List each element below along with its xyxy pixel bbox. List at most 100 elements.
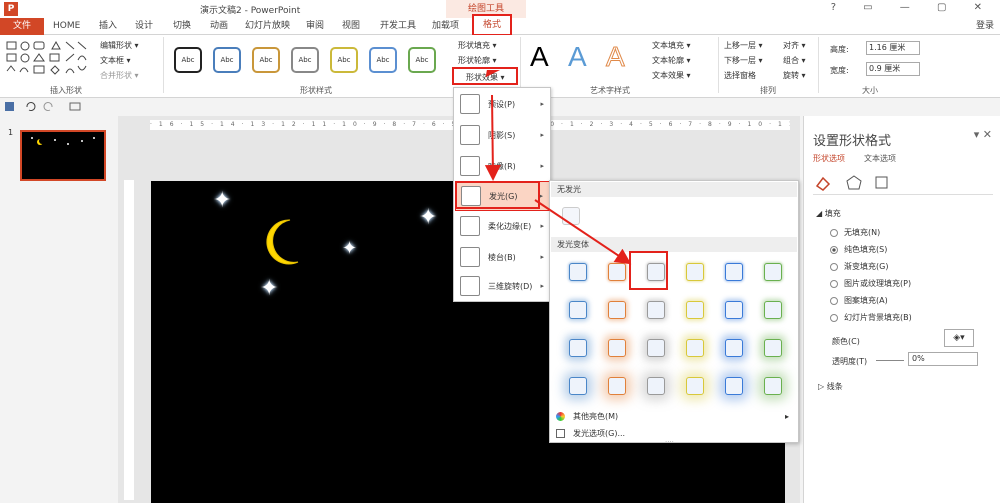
shape-style-2[interactable]: Abc	[213, 47, 241, 73]
tab-developer[interactable]: 开发工具	[380, 18, 416, 35]
glow-variant-swatch[interactable]	[764, 377, 782, 395]
width-input[interactable]: 0.9 厘米	[866, 62, 920, 76]
fill-option-pattern[interactable]: 图案填充(A)	[830, 295, 888, 306]
pane-controls[interactable]: ▾ ✕	[974, 128, 992, 141]
menu-item-preset[interactable]: 预设(P) ▸	[455, 89, 550, 119]
text-outline-button[interactable]: 文本轮廓 ▾	[652, 55, 691, 66]
tab-shape-options[interactable]: 形状选项	[813, 153, 845, 164]
line-section-header[interactable]: ▷ 线条	[818, 381, 843, 392]
login-link[interactable]: 登录	[976, 18, 994, 35]
glow-variant-swatch[interactable]	[569, 263, 587, 281]
fill-option-picture[interactable]: 图片或纹理填充(P)	[830, 278, 911, 289]
glow-variant-swatch[interactable]	[608, 263, 626, 281]
glow-variant-swatch[interactable]	[764, 339, 782, 357]
glow-variant-swatch[interactable]	[686, 377, 704, 395]
merge-shapes-button[interactable]: 合并形状 ▾	[100, 70, 139, 81]
glow-variant-swatch[interactable]	[608, 377, 626, 395]
transparency-input[interactable]: 0%	[908, 352, 978, 366]
glow-variant-swatch[interactable]	[569, 377, 587, 395]
star-shape[interactable]: ✦	[342, 238, 357, 259]
slide-thumbnail[interactable]	[20, 130, 106, 181]
send-backward-button[interactable]: 下移一层 ▾	[724, 55, 763, 66]
shape-style-5[interactable]: Abc	[330, 47, 358, 73]
menu-item-reflection[interactable]: 映像(R) ▸	[455, 151, 550, 181]
tab-text-options[interactable]: 文本选项	[864, 153, 896, 164]
color-picker-button[interactable]: ◈▾	[944, 329, 974, 347]
glow-variant-swatch[interactable]	[608, 339, 626, 357]
glow-variant-swatch[interactable]	[686, 339, 704, 357]
glow-variant-swatch[interactable]	[725, 301, 743, 319]
star-shape[interactable]: ✦	[260, 276, 278, 301]
glow-variant-swatch[interactable]	[725, 339, 743, 357]
tab-view[interactable]: 视图	[342, 18, 360, 35]
chevron-down-icon[interactable]: ▾	[974, 128, 980, 141]
wordart-style-black[interactable]: A	[530, 41, 549, 73]
selection-pane-button[interactable]: 选择窗格	[724, 70, 756, 81]
menu-item-label: 预设(P)	[488, 99, 516, 109]
tab-animations[interactable]: 动画	[210, 18, 228, 35]
tab-transitions[interactable]: 切换	[173, 18, 191, 35]
resize-grip[interactable]: ····	[665, 438, 674, 446]
wordart-style-blue[interactable]: A	[568, 41, 587, 73]
menu-item-shadow[interactable]: 阴影(S) ▸	[455, 120, 550, 150]
divider	[813, 194, 993, 195]
shape-style-7[interactable]: Abc	[408, 47, 436, 73]
fill-section-header[interactable]: ◢ 填充	[816, 208, 841, 219]
glow-variant-swatch[interactable]	[608, 301, 626, 319]
wordart-style-outline[interactable]: A	[606, 41, 626, 73]
glow-variant-swatch[interactable]	[647, 301, 665, 319]
fill-option-gradient[interactable]: 渐变填充(G)	[830, 261, 888, 272]
shape-fill-button[interactable]: 形状填充 ▾	[458, 40, 497, 51]
moon-shape[interactable]	[262, 218, 302, 266]
shape-style-4[interactable]: Abc	[291, 47, 319, 73]
close-icon[interactable]: ✕	[983, 128, 992, 141]
tab-file[interactable]: 文件	[0, 18, 44, 35]
edit-shape-button[interactable]: 编辑形状 ▾	[100, 40, 139, 51]
glow-options-item[interactable]: 发光选项(G)...	[551, 426, 797, 441]
shape-style-3[interactable]: Abc	[252, 47, 280, 73]
glow-variant-swatch[interactable]	[686, 301, 704, 319]
shape-gallery[interactable]	[4, 40, 94, 75]
group-button[interactable]: 组合 ▾	[783, 55, 806, 66]
tab-review[interactable]: 审阅	[306, 18, 324, 35]
tab-design[interactable]: 设计	[135, 18, 153, 35]
rotate-button[interactable]: 旋转 ▾	[783, 70, 806, 81]
fill-option-slide-background[interactable]: 幻灯片背景填充(B)	[830, 312, 912, 323]
more-glow-colors-item[interactable]: 其他亮色(M) ▸	[551, 409, 797, 424]
star-shape[interactable]: ✦	[213, 188, 231, 213]
text-box-button[interactable]: 文本框 ▾	[100, 55, 131, 66]
glow-variant-swatch[interactable]	[569, 339, 587, 357]
tab-home[interactable]: HOME	[53, 18, 80, 35]
menu-item-soft-edges[interactable]: 柔化边缘(E) ▸	[455, 211, 550, 241]
shape-outline-button[interactable]: 形状轮廓 ▾	[458, 55, 497, 66]
glow-variant-swatch[interactable]	[764, 263, 782, 281]
shape-style-1[interactable]: Abc	[174, 47, 202, 73]
window-controls[interactable]: ? ▭ — ▢ ✕	[831, 2, 994, 13]
height-input[interactable]: 1.16 厘米	[866, 41, 920, 55]
fill-option-none[interactable]: 无填充(N)	[830, 227, 880, 238]
glow-variant-swatch[interactable]	[647, 377, 665, 395]
shadow-icon	[460, 125, 480, 145]
glow-variant-swatch[interactable]	[725, 377, 743, 395]
glow-variant-swatch[interactable]	[686, 263, 704, 281]
transparency-slider[interactable]	[876, 360, 904, 361]
fill-option-solid[interactable]: 纯色填充(S)	[830, 244, 887, 255]
height-label: 高度:	[830, 45, 849, 54]
tab-slideshow[interactable]: 幻灯片放映	[245, 18, 290, 35]
no-glow-option[interactable]	[562, 207, 580, 225]
glow-variant-swatch[interactable]	[569, 301, 587, 319]
menu-item-bevel[interactable]: 棱台(B) ▸	[455, 242, 550, 272]
align-button[interactable]: 对齐 ▾	[783, 40, 806, 51]
star-shape[interactable]: ✦	[419, 205, 437, 230]
tab-format[interactable]: 格式	[472, 14, 512, 36]
glow-variant-swatch[interactable]	[764, 301, 782, 319]
bring-forward-button[interactable]: 上移一层 ▾	[724, 40, 763, 51]
glow-variant-swatch[interactable]	[647, 339, 665, 357]
shape-style-6[interactable]: Abc	[369, 47, 397, 73]
tab-addins[interactable]: 加载项	[432, 18, 459, 35]
text-effects-button[interactable]: 文本效果 ▾	[652, 70, 691, 81]
glow-variant-swatch[interactable]	[725, 263, 743, 281]
text-fill-button[interactable]: 文本填充 ▾	[652, 40, 691, 51]
menu-item-3d-rotation[interactable]: 三维旋转(D) ▸	[455, 271, 550, 301]
tab-insert[interactable]: 插入	[99, 18, 117, 35]
